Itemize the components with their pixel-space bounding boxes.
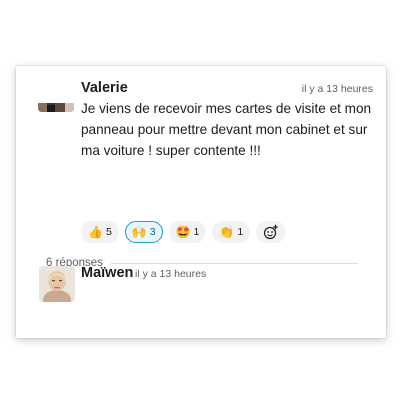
reaction-count: 3 <box>149 226 156 238</box>
message-timestamp[interactable]: il y a 13 heures <box>135 268 206 280</box>
clap-icon: 👏 <box>219 225 235 239</box>
reaction-clap[interactable]: 👏 1 <box>212 221 251 243</box>
reaction-bar: 👍 5 🙌 3 🤩 1 👏 1 <box>81 221 287 243</box>
reaction-star-struck[interactable]: 🤩 1 <box>168 221 207 243</box>
reaction-count: 1 <box>237 226 244 238</box>
message-author[interactable]: Valerie <box>81 80 128 96</box>
avatar[interactable] <box>38 101 74 112</box>
message-text: Je viens de recevoir mes cartes de visit… <box>81 101 372 158</box>
reaction-count: 1 <box>193 226 200 238</box>
reaction-count: 5 <box>105 226 112 238</box>
parent-message[interactable]: Valerie il y a 13 heures Je viens de rec… <box>16 66 386 246</box>
message-timestamp[interactable]: il y a 13 heures <box>302 83 373 95</box>
message-thread-card: Valerie il y a 13 heures Je viens de rec… <box>16 66 386 338</box>
reply-message[interactable]: Maïwen il y a 13 heures <box>16 265 386 336</box>
reaction-raised-hands[interactable]: 🙌 3 <box>124 221 163 243</box>
avatar[interactable] <box>39 266 75 302</box>
reaction-thumbs-up[interactable]: 👍 5 <box>81 221 119 243</box>
thumbs-up-icon: 👍 <box>88 225 103 239</box>
divider-line <box>110 262 358 264</box>
add-emoji-icon <box>264 224 278 240</box>
message-author[interactable]: Maïwen <box>81 265 133 281</box>
raised-hands-icon: 🙌 <box>131 225 147 239</box>
add-reaction-button[interactable] <box>256 221 287 243</box>
star-struck-icon: 🤩 <box>175 225 191 239</box>
